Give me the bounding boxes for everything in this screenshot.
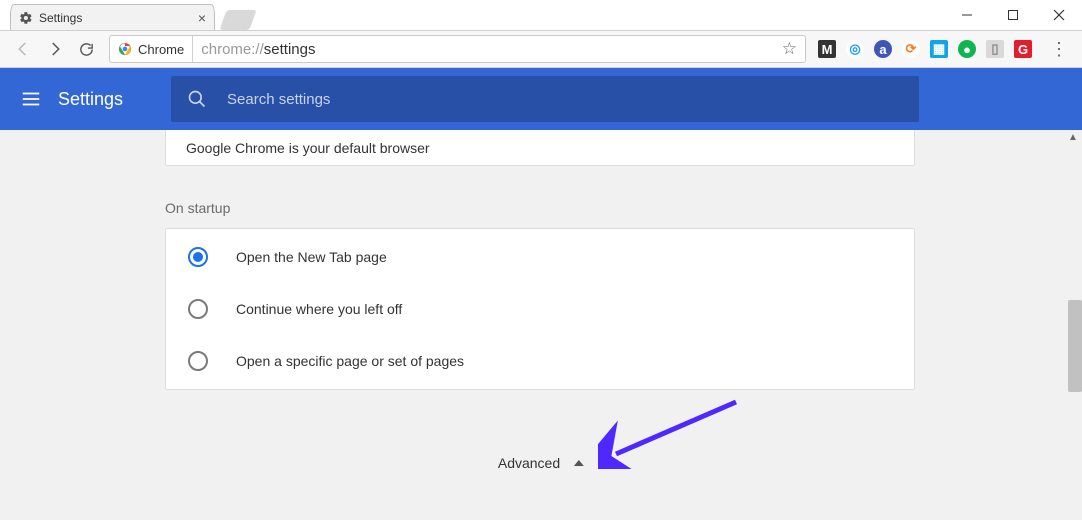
settings-header: Settings	[0, 68, 1082, 130]
page-title: Settings	[58, 89, 123, 110]
default-browser-text: Google Chrome is your default browser	[186, 140, 430, 156]
advanced-label: Advanced	[498, 455, 560, 471]
chrome-menu-button[interactable]: ⋮	[1044, 39, 1074, 60]
extension-icons: M ◎ a ⟳ ▦ ● ▯ G	[814, 40, 1036, 58]
toolbar: Chrome chrome://settings ☆ M ◎ a ⟳ ▦ ● ▯ G ⋮	[0, 30, 1082, 68]
startup-option-continue[interactable]: Continue where you left off	[166, 283, 914, 335]
extension-icon[interactable]: ⟳	[902, 40, 920, 58]
caret-up-icon	[574, 460, 584, 466]
window-close-button[interactable]	[1036, 0, 1082, 30]
reload-button[interactable]	[78, 41, 95, 58]
extension-icon[interactable]: ▯	[986, 40, 1004, 58]
search-input[interactable]	[227, 91, 903, 108]
content-area: ▲ Google Chrome is your default browser …	[0, 130, 1082, 520]
radio-label: Open the New Tab page	[236, 249, 387, 265]
window-maximize-button[interactable]	[990, 0, 1036, 30]
extension-icon[interactable]: a	[874, 40, 892, 58]
window-controls	[944, 0, 1082, 30]
tab-settings[interactable]: Settings ×	[10, 4, 215, 30]
address-bar[interactable]: Chrome chrome://settings ☆	[109, 35, 806, 63]
extension-icon[interactable]: ◎	[846, 40, 864, 58]
new-tab-button[interactable]	[219, 10, 256, 30]
radio-label: Open a specific page or set of pages	[236, 353, 464, 369]
tab-title: Settings	[39, 11, 82, 25]
scroll-up-icon[interactable]: ▲	[1068, 132, 1080, 143]
url-text: chrome://settings	[193, 41, 774, 58]
site-chip[interactable]: Chrome	[110, 36, 193, 62]
extension-icon[interactable]: ●	[958, 40, 976, 58]
radio-label: Continue where you left off	[236, 301, 402, 317]
scrollbar-thumb[interactable]	[1068, 300, 1082, 392]
site-chip-label: Chrome	[138, 42, 184, 57]
window-minimize-button[interactable]	[944, 0, 990, 30]
annotation-arrow	[598, 394, 748, 469]
chrome-icon	[118, 42, 132, 56]
on-startup-card: Open the New Tab page Continue where you…	[165, 228, 915, 390]
default-browser-card: Google Chrome is your default browser	[165, 130, 915, 166]
startup-option-specific-pages[interactable]: Open a specific page or set of pages	[166, 335, 914, 387]
extension-icon[interactable]: G	[1014, 40, 1032, 58]
gear-icon	[19, 11, 33, 25]
hamburger-icon[interactable]	[20, 88, 42, 110]
nav-buttons	[8, 40, 101, 58]
back-button[interactable]	[14, 40, 32, 58]
search-icon	[187, 89, 207, 109]
close-icon[interactable]: ×	[198, 10, 206, 26]
extension-icon[interactable]: M	[818, 40, 836, 58]
search-settings-field[interactable]	[171, 76, 919, 122]
extension-icon[interactable]: ▦	[930, 40, 948, 58]
advanced-toggle[interactable]: Advanced	[498, 455, 584, 471]
startup-option-new-tab[interactable]: Open the New Tab page	[166, 231, 914, 283]
radio-icon[interactable]	[188, 247, 208, 267]
on-startup-label: On startup	[165, 200, 230, 216]
radio-icon[interactable]	[188, 351, 208, 371]
tab-strip: Settings ×	[0, 0, 1082, 30]
bookmark-star-icon[interactable]: ☆	[774, 39, 805, 59]
radio-icon[interactable]	[188, 299, 208, 319]
forward-button[interactable]	[46, 40, 64, 58]
